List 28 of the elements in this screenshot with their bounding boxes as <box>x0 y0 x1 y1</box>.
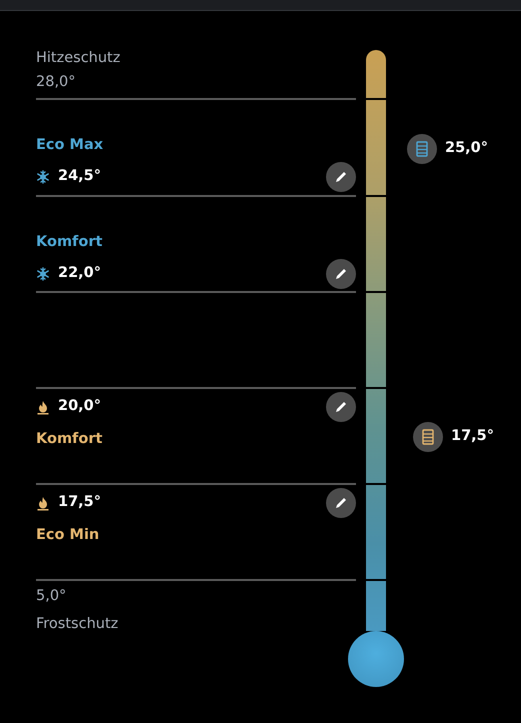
pencil-icon <box>334 400 348 414</box>
edit-button[interactable] <box>326 488 356 518</box>
marker-value: 17,5° <box>451 427 494 446</box>
snowflake-icon <box>36 267 50 281</box>
limit-value: 28,0° <box>36 73 77 92</box>
blind-icon <box>413 422 443 452</box>
mode-label: Eco Min <box>36 526 100 545</box>
pencil-icon <box>334 170 348 184</box>
pencil-icon <box>334 496 348 510</box>
limit-value: 5,0° <box>36 587 68 606</box>
flame-icon <box>36 496 50 510</box>
limit-label: Hitzeschutz <box>36 49 122 68</box>
limit-label: Frostschutz <box>36 615 120 634</box>
setpoint-value: 22,0° <box>58 264 102 284</box>
mode-label: Komfort <box>36 430 104 449</box>
mode-label: Eco Max <box>36 136 104 155</box>
snowflake-icon <box>36 170 50 184</box>
setpoint-value: 24,5° <box>58 167 102 186</box>
edit-button[interactable] <box>326 392 356 422</box>
blind-icon <box>407 134 437 164</box>
setpoint-value: 20,0° <box>58 397 102 416</box>
pencil-icon <box>334 267 348 281</box>
mode-label: Komfort <box>36 233 104 252</box>
marker-value: 25,0° <box>445 138 488 158</box>
edit-button[interactable] <box>326 162 356 192</box>
flame-icon <box>36 400 50 414</box>
edit-button[interactable] <box>326 259 356 289</box>
setpoint-value: 17,5° <box>58 493 102 512</box>
